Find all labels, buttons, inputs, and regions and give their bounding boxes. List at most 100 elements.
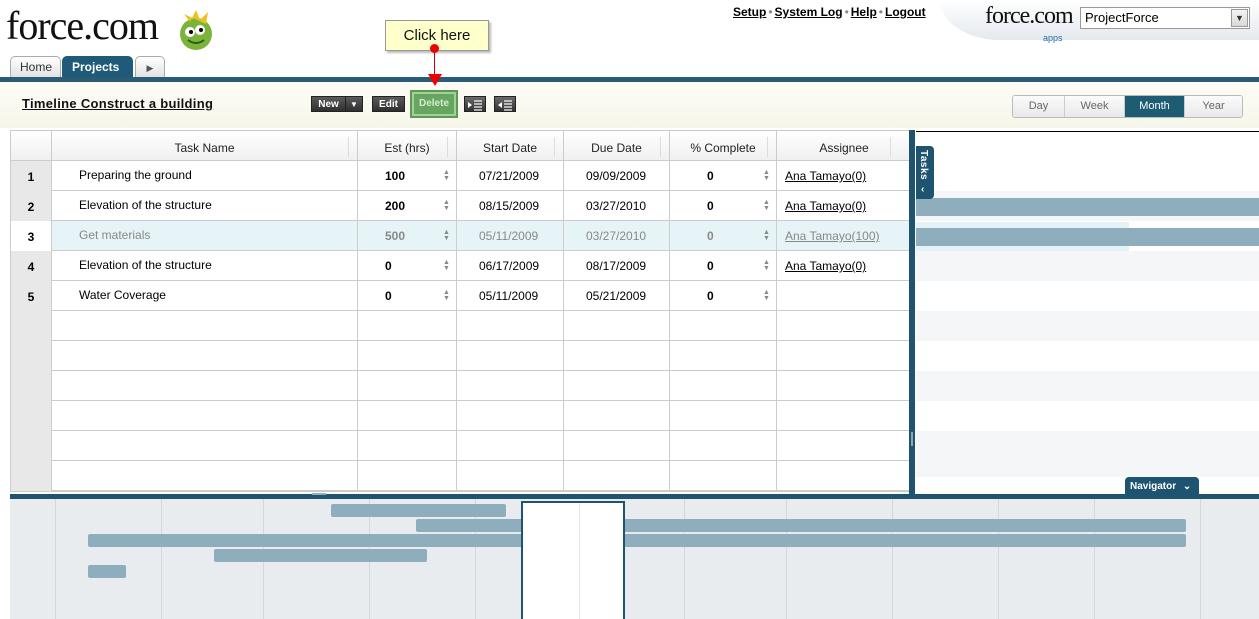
percent-complete-cell[interactable] [670,431,777,461]
due-date-cell[interactable] [564,401,670,431]
due-date-cell[interactable]: 09/09/2009 [564,161,670,191]
task-name-header[interactable]: Task Name [52,131,358,161]
task-name-cell[interactable] [52,431,358,461]
percent-complete-cell[interactable]: 0 ▲ ▼ [670,191,777,221]
system-log-link[interactable]: System Log [775,5,843,19]
percent-complete-cell[interactable] [670,401,777,431]
row-number[interactable]: 3 [11,221,52,251]
start-date-cell[interactable] [457,311,564,341]
table-row[interactable] [11,401,911,431]
due-date-cell[interactable] [564,341,670,371]
task-name-cell[interactable]: Elevation of the structure [52,191,358,221]
indent-button[interactable] [464,96,486,112]
due-date-cell[interactable] [564,311,670,341]
assignee-cell[interactable] [777,311,911,341]
row-number[interactable]: 2 [11,191,52,221]
start-date-cell[interactable]: 06/17/2009 [457,251,564,281]
est-hrs-cell[interactable]: 100 ▲ ▼ [358,161,457,191]
assignee-header[interactable]: Assignee [777,131,911,161]
setup-link[interactable]: Setup [733,5,766,19]
percent-complete-cell[interactable] [670,371,777,401]
table-row[interactable]: 4 Elevation of the structure 0 ▲ ▼ 06/17/2009… [11,251,911,281]
table-row[interactable]: 3 Get materials 500 ▲ ▼ 05/11/2009 03/27/2010 0… [11,221,911,251]
app-select[interactable]: ProjectForce ▼ [1080,7,1250,29]
table-row[interactable]: 5 Water Coverage 0 ▲ ▼ 05/11/2009 05/21/2009 0 ▲… [11,281,911,311]
task-name-cell[interactable] [52,311,358,341]
due-date-cell[interactable] [564,431,670,461]
task-name-cell[interactable] [52,371,358,401]
assignee-cell-value[interactable]: Ana Tamayo(0) [785,259,866,273]
start-date-cell[interactable] [457,341,564,371]
row-number[interactable] [11,311,52,341]
stepper-arrows-icon[interactable]: ▲ ▼ [763,169,771,182]
est-hrs-cell[interactable]: 500 ▲ ▼ [358,221,457,251]
est-hrs-cell[interactable]: 0 ▲ ▼ [358,251,457,281]
stepper-arrows-icon[interactable]: ▲ ▼ [443,259,451,272]
start-date-cell[interactable]: 05/11/2009 [457,281,564,311]
zoom-week-button[interactable]: Week [1065,96,1125,117]
task-name-cell[interactable]: Water Coverage [52,281,358,311]
edit-button[interactable]: Edit [372,96,405,112]
tasks-panel-tab[interactable]: Tasks ‹ [916,146,934,199]
gantt-task-bar[interactable] [916,228,1259,246]
tab-more-button[interactable]: ▶ [135,56,165,78]
help-link[interactable]: Help [851,5,877,19]
percent-complete-cell[interactable] [670,341,777,371]
row-number[interactable] [11,371,52,401]
assignee-cell-value[interactable]: Ana Tamayo(0) [785,199,866,213]
table-row[interactable]: 2 Elevation of the structure 200 ▲ ▼ 08/15/20… [11,191,911,221]
assignee-cell[interactable] [777,461,911,491]
row-number[interactable] [11,401,52,431]
stepper-arrows-icon[interactable]: ▲ ▼ [443,169,451,182]
est-hrs-cell[interactable] [358,461,457,491]
due-date-cell[interactable]: 05/21/2009 [564,281,670,311]
task-name-cell[interactable]: Get materials [52,221,358,251]
chevron-down-icon[interactable]: ▼ [1231,9,1248,27]
row-number[interactable] [11,431,52,461]
percent-complete-cell[interactable] [670,311,777,341]
assignee-cell[interactable]: Ana Tamayo(100) [777,221,911,251]
delete-button[interactable]: Delete [412,92,456,116]
est-hrs-cell[interactable]: 200 ▲ ▼ [358,191,457,221]
assignee-cell[interactable] [777,341,911,371]
assignee-cell[interactable]: Ana Tamayo(0) [777,161,911,191]
stepper-arrows-icon[interactable]: ▲ ▼ [443,229,451,242]
assignee-cell[interactable] [777,281,911,311]
stepper-arrows-icon[interactable]: ▲ ▼ [763,259,771,272]
table-row[interactable] [11,341,911,371]
table-row[interactable]: 1 Preparing the ground 100 ▲ ▼ 07/21/2009 09/0… [11,161,911,191]
task-name-cell[interactable] [52,461,358,491]
assignee-cell[interactable] [777,401,911,431]
start-date-cell[interactable] [457,431,564,461]
percent-complete-cell[interactable]: 0 ▲ ▼ [670,161,777,191]
navigator-viewport-window[interactable] [521,501,625,619]
task-name-cell[interactable] [52,401,358,431]
splitter-grip-icon[interactable] [911,432,913,446]
stepper-arrows-icon[interactable]: ▲ ▼ [443,199,451,212]
row-number[interactable]: 5 [11,281,52,311]
due-date-cell[interactable] [564,371,670,401]
percent-complete-cell[interactable] [670,461,777,491]
est-hrs-cell[interactable] [358,401,457,431]
start-date-cell[interactable] [457,401,564,431]
assignee-cell[interactable]: Ana Tamayo(0) [777,191,911,221]
start-date-cell[interactable]: 08/15/2009 [457,191,564,221]
stepper-arrows-icon[interactable]: ▲ ▼ [763,289,771,302]
assignee-cell[interactable] [777,371,911,401]
task-name-cell[interactable]: Elevation of the structure [52,251,358,281]
outdent-button[interactable] [494,96,516,112]
start-date-cell[interactable] [457,371,564,401]
new-dropdown-button[interactable]: ▼ [345,96,363,112]
row-number[interactable]: 1 [11,161,52,191]
due-date-cell[interactable]: 03/27/2010 [564,191,670,221]
task-name-cell[interactable] [52,341,358,371]
new-button[interactable]: New [311,96,346,112]
logout-link[interactable]: Logout [885,5,926,19]
row-number[interactable] [11,341,52,371]
timeline-title[interactable]: Timeline Construct a building [22,96,213,111]
force-logo[interactable]: force.com [6,2,159,58]
table-row[interactable] [11,371,911,401]
due-date-cell[interactable] [564,461,670,491]
est-hrs-cell[interactable] [358,311,457,341]
resize-handle-icon[interactable] [312,493,326,495]
